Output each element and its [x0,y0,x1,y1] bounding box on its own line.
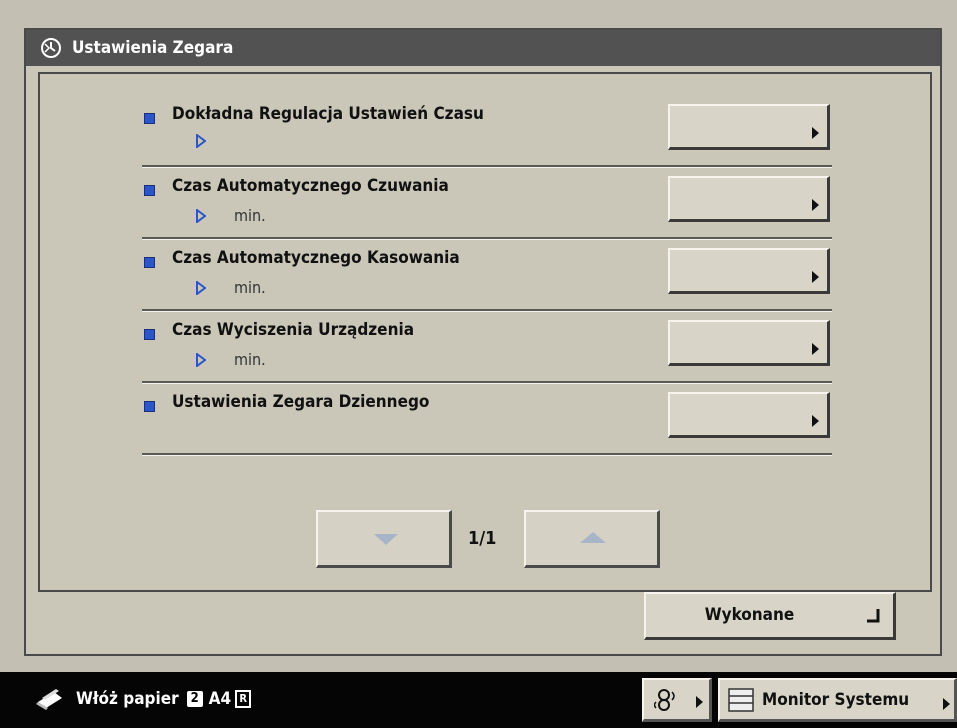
network-icon [654,689,675,711]
status-text: Włóż papier [76,689,179,709]
bullet-icon [144,329,155,340]
title-bar: Ustawienia Zegara [26,30,940,66]
arrow-right-icon [812,271,819,283]
paper-icon [36,689,62,710]
page-title: Ustawienia Zegara [72,38,234,58]
done-button[interactable]: Wykonane [644,592,896,640]
setting-label: Ustawienia Zegara Dziennego [172,392,430,412]
arrow-right-icon [812,127,819,139]
settings-list: Dokładna Regulacja Ustawień Czasu Czas A… [38,72,932,592]
status-bar: Włóż papier 2 A4 R Monitor Systemu [0,672,957,728]
paper-size: A4 [208,689,232,709]
page-up-button[interactable] [524,510,660,568]
settings-panel: Ustawienia Zegara Dokładna Regulacja Ust… [24,28,942,656]
setting-label: Czas Wyciszenia Urządzenia [172,320,415,340]
triangle-right-icon [196,280,206,295]
arrow-down-icon [374,534,398,545]
quiet-mode-time-button[interactable] [668,320,830,366]
page-down-button[interactable] [316,510,452,568]
bullet-icon [144,113,155,124]
fine-time-adjust-button[interactable] [668,104,830,150]
list-item: Ustawienia Zegara Dziennego [142,386,832,456]
setting-label: Dokładna Regulacja Ustawień Czasu [172,104,484,124]
list-item: Dokładna Regulacja Ustawień Czasu [142,98,832,168]
setting-unit: min. [234,206,266,225]
setting-label: Czas Automatycznego Czuwania [172,176,449,196]
enter-icon [867,609,880,623]
arrow-up-icon [580,532,606,543]
setting-value [196,134,234,148]
bullet-icon [144,257,155,268]
paper-orientation-badge: R [235,690,252,708]
arrow-right-icon [812,343,819,355]
bullet-icon [144,401,155,412]
status-message: Włóż papier 2 A4 R [34,686,252,712]
divider [142,309,832,312]
list-item: Czas Automatycznego Kasowania min. [142,242,832,312]
triangle-right-icon [196,134,206,148]
divider [142,165,832,168]
setting-label: Czas Automatycznego Kasowania [172,248,460,268]
setting-value: min. [196,278,266,297]
arrow-right-icon [943,698,950,710]
list-item: Czas Automatycznego Czuwania min. [142,170,832,240]
clock-settings-icon [41,38,61,58]
tray-badge: 2 [186,691,203,707]
divider [142,381,832,384]
bullet-icon [144,185,155,196]
list-item: Czas Wyciszenia Urządzenia min. [142,314,832,384]
triangle-right-icon [196,208,206,223]
panel-footer: Wykonane [38,592,932,646]
setting-value: min. [196,350,266,369]
setting-unit: min. [234,278,266,297]
setting-value: min. [196,206,266,225]
daily-timer-button[interactable] [668,392,830,438]
arrow-right-icon [812,199,819,211]
auto-clear-time-button[interactable] [668,248,830,294]
monitor-label: Monitor Systemu [762,690,910,710]
triangle-right-icon [196,352,206,367]
auto-sleep-time-button[interactable] [668,176,830,222]
done-label: Wykonane [704,605,795,625]
divider [142,453,832,456]
arrow-right-icon [696,696,703,708]
setting-unit: min. [234,350,266,369]
system-monitor-button[interactable]: Monitor Systemu [718,678,957,722]
monitor-icon [728,688,754,712]
pagination: 1/1 [316,510,716,570]
divider [142,237,832,240]
arrow-right-icon [812,415,819,427]
network-status-button[interactable] [642,678,712,722]
page-indicator: 1/1 [468,528,497,549]
